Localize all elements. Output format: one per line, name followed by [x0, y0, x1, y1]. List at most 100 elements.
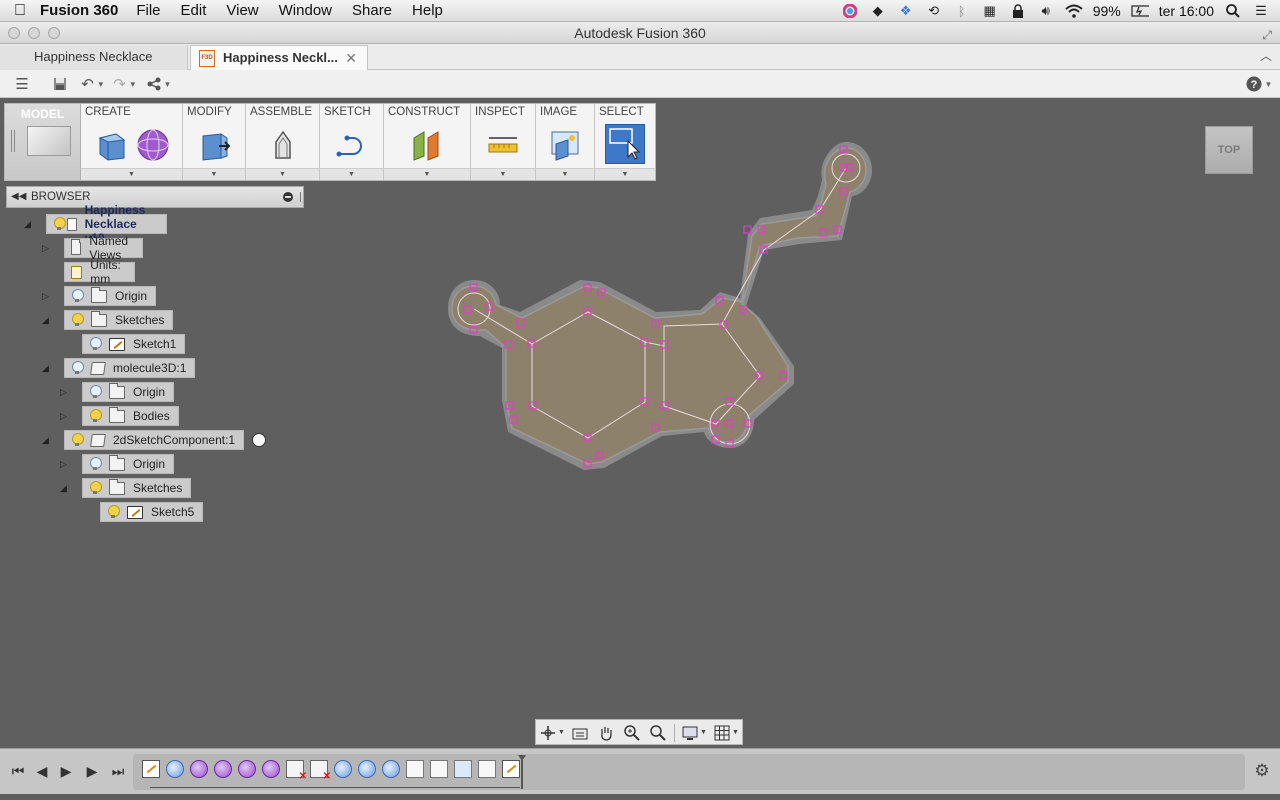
redo-icon[interactable]: ↷ ▼ — [110, 74, 140, 94]
visibility-bulb-icon[interactable] — [89, 409, 102, 423]
tree-node[interactable]: Sketches — [64, 310, 174, 330]
activate-component-radio[interactable] — [252, 433, 266, 447]
tree-node[interactable]: molecule3D:1 — [64, 358, 196, 378]
document-tab-active[interactable]: F3D Happiness Neckl... ✕ — [190, 45, 368, 70]
menu-window[interactable]: Window — [279, 2, 332, 19]
minimize-window-button[interactable] — [28, 27, 40, 39]
timeline-feature-sphere[interactable] — [238, 760, 256, 778]
timeline-feature-sphere[interactable] — [190, 760, 208, 778]
collapse-triangle-icon[interactable]: ◢ — [60, 482, 70, 494]
menu-share[interactable]: Share — [352, 2, 392, 19]
visibility-bulb-icon[interactable] — [89, 337, 102, 351]
evernote-icon[interactable]: ◆ — [869, 3, 887, 19]
menu-file[interactable]: File — [136, 2, 160, 19]
sketch-dropdown[interactable]: ▼ — [320, 168, 383, 180]
image-dropdown[interactable]: ▼ — [536, 168, 594, 180]
help-icon[interactable]: ? ▼ — [1244, 74, 1274, 94]
menu-view[interactable]: View — [226, 2, 258, 19]
timeline-feature-sphere[interactable] — [358, 760, 376, 778]
timeline-feature-component[interactable] — [406, 760, 424, 778]
bluetooth-icon[interactable]: ᛒ — [953, 3, 971, 19]
sphere-icon[interactable] — [136, 128, 170, 162]
construct-dropdown[interactable]: ▼ — [384, 168, 470, 180]
collapse-triangle-icon[interactable]: ◢ — [42, 362, 52, 374]
chevron-down-icon[interactable]: ▼ — [558, 725, 566, 741]
close-window-button[interactable] — [8, 27, 20, 39]
timeline-feature-sphere[interactable] — [382, 760, 400, 778]
expand-triangle-icon[interactable]: ▷ — [60, 410, 70, 422]
battery-icon[interactable] — [1131, 3, 1149, 19]
timeline-feature-sketch[interactable] — [142, 760, 160, 778]
document-tab[interactable]: Happiness Necklace — [0, 45, 188, 70]
timeline-feature-sphere[interactable] — [214, 760, 232, 778]
timeline-feature-sphere[interactable] — [334, 760, 352, 778]
tree-node[interactable]: Bodies — [82, 406, 179, 426]
chevron-down-icon[interactable]: ▼ — [97, 80, 105, 89]
timeline-feature-sphere[interactable] — [262, 760, 280, 778]
window-title-bar[interactable]: Autodesk Fusion 360 ⤢ — [0, 22, 1280, 44]
press-pull-icon[interactable] — [197, 128, 231, 162]
dropbox-icon[interactable]: ❖ — [897, 3, 915, 19]
visibility-bulb-icon[interactable] — [71, 313, 84, 327]
create-dropdown[interactable]: ▼ — [81, 168, 182, 180]
chevron-down-icon[interactable]: ▼ — [164, 80, 172, 89]
tree-node[interactable]: Units: mm — [64, 258, 135, 286]
zoom-icon[interactable] — [624, 725, 640, 741]
visibility-bulb-icon[interactable] — [71, 361, 84, 375]
visibility-bulb-icon[interactable] — [71, 433, 84, 447]
joint-icon[interactable] — [266, 128, 300, 162]
viewcube[interactable]: TOP — [1205, 126, 1253, 174]
tree-node[interactable]: Named Views — [64, 234, 143, 262]
expand-triangle-icon[interactable]: ▷ — [42, 290, 52, 302]
chevron-down-icon[interactable]: ▼ — [700, 725, 708, 741]
close-tab-icon[interactable]: ✕ — [345, 46, 357, 70]
chevron-up-icon[interactable]: ︿ — [1260, 47, 1272, 64]
measure-icon[interactable] — [486, 128, 520, 162]
undo-icon[interactable]: ↶ ▼ — [78, 74, 108, 94]
look-at-icon[interactable] — [572, 725, 588, 741]
timeline-marker[interactable] — [518, 755, 526, 789]
timeline-feature-sphere[interactable] — [166, 760, 184, 778]
tree-node[interactable]: Sketch5 — [100, 502, 204, 522]
timeline-feature-delete[interactable] — [286, 760, 307, 782]
timeline-feature-component[interactable] — [430, 760, 448, 778]
play-icon[interactable]: ▶︎ — [56, 761, 76, 781]
wifi-icon[interactable] — [1065, 3, 1083, 19]
attached-canvas-icon[interactable] — [548, 128, 582, 162]
zoom-window-button[interactable] — [48, 27, 60, 39]
inspect-dropdown[interactable]: ▼ — [471, 168, 535, 180]
tree-node[interactable]: Origin — [64, 286, 157, 306]
grip-handle[interactable] — [11, 130, 15, 152]
save-icon[interactable] — [50, 74, 70, 94]
chevron-down-icon[interactable]: ▼ — [732, 725, 740, 741]
visibility-bulb-icon[interactable] — [107, 505, 120, 519]
visibility-bulb-icon[interactable] — [89, 385, 102, 399]
visibility-bulb-icon[interactable] — [89, 481, 102, 495]
visibility-bulb-icon[interactable] — [89, 457, 102, 471]
orbit-icon[interactable] — [540, 725, 556, 741]
spotlight-search-icon[interactable] — [1224, 3, 1242, 19]
go-to-start-icon[interactable]: ⏮ — [8, 761, 28, 781]
tree-node[interactable]: 2dSketchComponent:1 — [64, 430, 245, 450]
expand-triangle-icon[interactable]: ▷ — [60, 458, 70, 470]
select-dropdown[interactable]: ▼ — [595, 168, 655, 180]
color-wheel-icon[interactable] — [841, 3, 859, 19]
fullscreen-icon[interactable]: ⤢ — [1262, 24, 1272, 46]
collapse-triangle-icon[interactable]: ◢ — [24, 218, 34, 230]
collapse-triangle-icon[interactable]: ◢ — [42, 314, 52, 326]
step-forward-icon[interactable]: ▶ — [82, 761, 102, 781]
apple-menu-icon[interactable]:  — [0, 2, 40, 20]
assemble-dropdown[interactable]: ▼ — [246, 168, 319, 180]
data-panel-icon[interactable]: ☰ — [12, 74, 32, 94]
molecule-body[interactable] — [448, 142, 872, 470]
clock[interactable]: ter 16:00 — [1159, 3, 1214, 19]
tree-node[interactable]: Happiness Necklace v10 — [46, 203, 167, 245]
box-icon[interactable] — [94, 128, 128, 162]
volume-icon[interactable]: 🔊︎ — [1037, 3, 1055, 19]
pan-hand-icon[interactable] — [598, 725, 614, 741]
lock-icon[interactable] — [1009, 3, 1027, 19]
keyboard-icon[interactable]: ▦ — [981, 3, 999, 19]
time-machine-icon[interactable]: ⟲ — [925, 3, 943, 19]
fit-icon[interactable] — [650, 725, 666, 741]
timeline-feature-move[interactable] — [454, 760, 472, 778]
